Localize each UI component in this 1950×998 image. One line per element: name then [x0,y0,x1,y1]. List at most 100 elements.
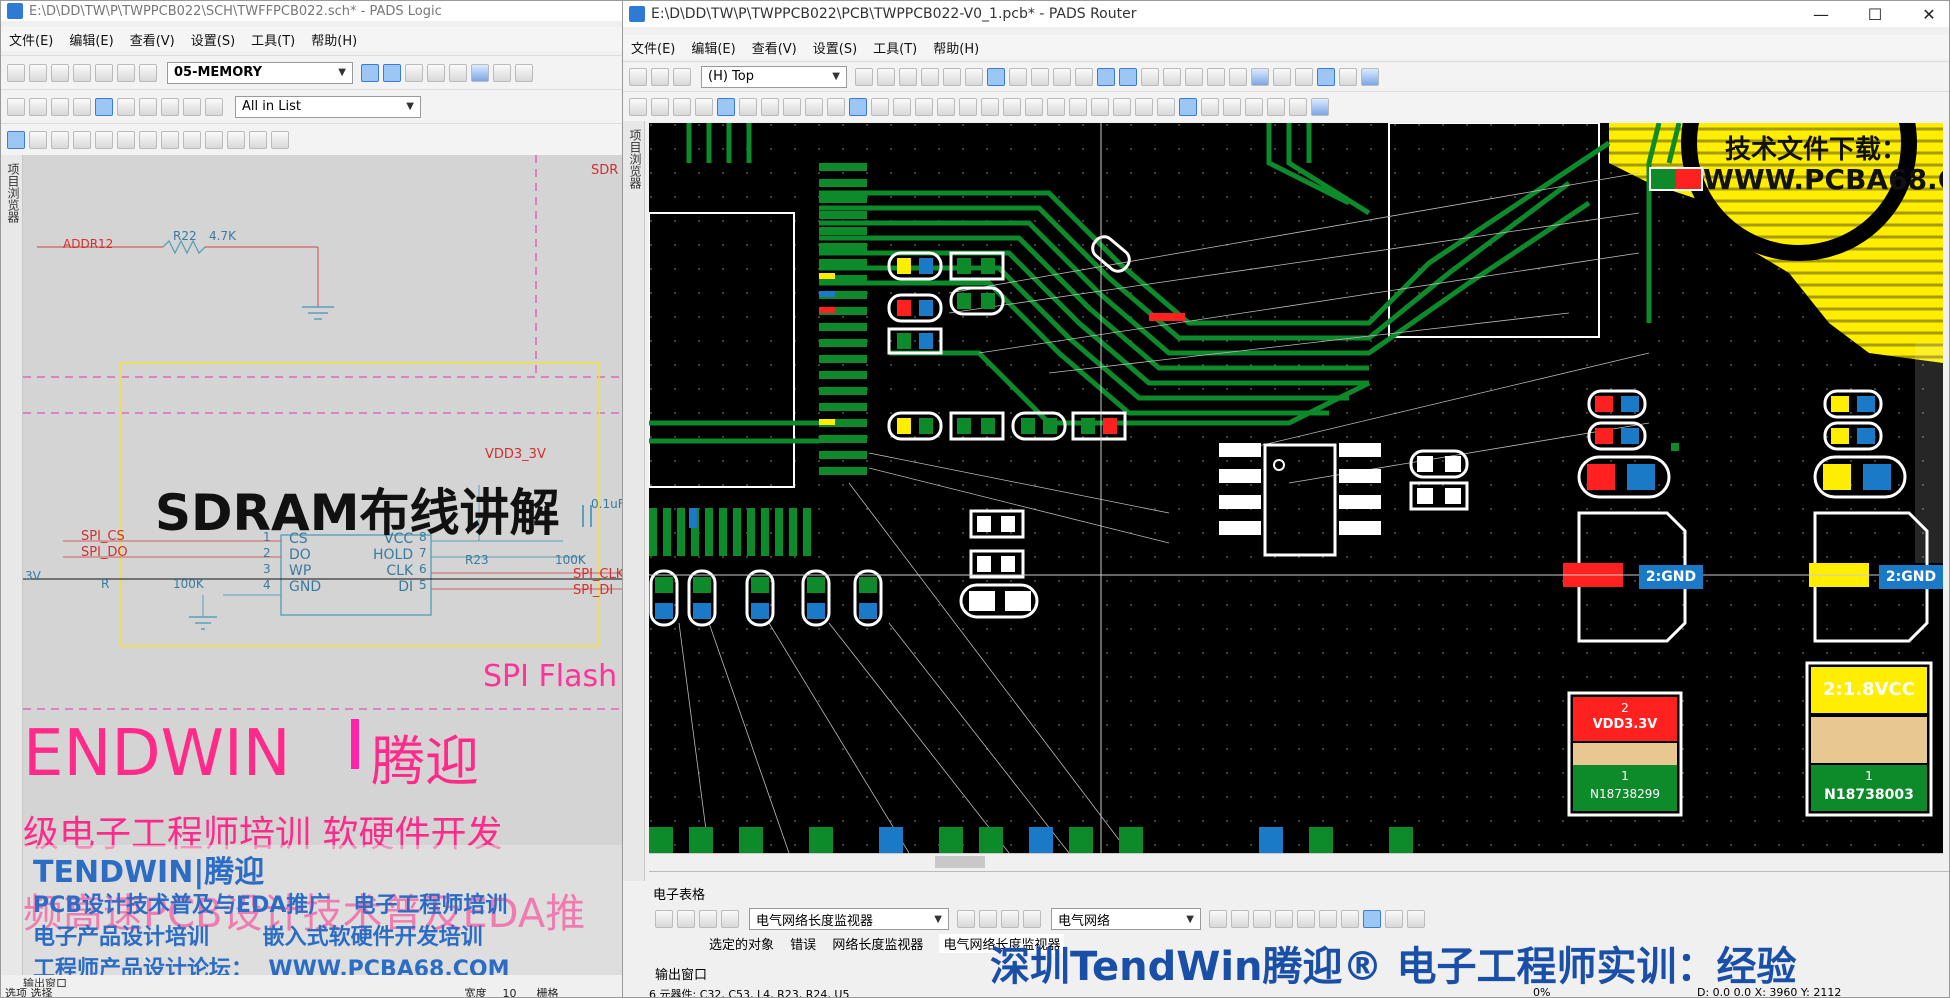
zoom-icon[interactable] [471,63,489,82]
align-icon[interactable] [673,97,691,116]
pointer-icon[interactable] [717,97,735,116]
layer-select[interactable]: (H) Top ▼ [701,65,847,88]
monitor-select[interactable]: 电气网络长度监视器 ▼ [749,908,949,930]
lock-icon[interactable] [1003,97,1021,116]
new-icon[interactable] [7,63,25,82]
copy-part-icon[interactable] [95,130,113,149]
sheet-export-icon[interactable] [1385,910,1403,928]
wire-icon[interactable] [95,97,113,116]
sheet-grid-icon[interactable] [1231,910,1249,928]
sheet-filter-icon[interactable] [1363,910,1381,928]
ground-icon[interactable] [271,130,289,149]
print-icon[interactable] [673,67,691,86]
add-bus-icon[interactable] [139,130,157,149]
filter-select[interactable]: All in List ▼ [235,95,421,118]
stretch-icon[interactable] [893,97,911,116]
net-select[interactable]: 电气网络 ▼ [1051,908,1201,930]
logic-menu-view[interactable]: 查看(V) [130,30,175,49]
corner-icon[interactable] [937,97,955,116]
measure-icon[interactable] [1053,67,1071,86]
copy-icon[interactable] [117,63,135,82]
redo-icon[interactable] [427,63,445,82]
add-part-icon[interactable] [161,130,179,149]
window-icon[interactable] [1317,67,1335,86]
add-monitor-icon[interactable] [979,910,997,928]
spacing-icon[interactable] [695,97,713,116]
label-icon[interactable] [205,97,223,116]
pan-icon[interactable] [1295,67,1313,86]
teardrop-icon[interactable] [1157,97,1175,116]
router-menu-file[interactable]: 文件(E) [631,38,675,57]
back-icon[interactable] [1001,910,1019,928]
rect-icon[interactable] [139,97,157,116]
redraw-icon[interactable] [943,67,961,86]
pcb-horizontal-scrollbar[interactable] [649,853,1943,869]
paste-icon[interactable] [139,63,157,82]
add-text-icon[interactable] [183,130,201,149]
rotate-icon[interactable] [51,130,69,149]
highlight-icon[interactable] [1031,67,1049,86]
zoom-icon[interactable] [1229,67,1247,86]
binoculars-icon[interactable] [1407,910,1425,928]
report-icon[interactable] [1289,97,1307,116]
close-monitor-icon[interactable] [957,910,975,928]
text-icon[interactable] [183,97,201,116]
router-menu-tools[interactable]: 工具(T) [873,38,917,57]
interactive-route-icon[interactable] [739,97,757,116]
router-output-tab[interactable]: 输出窗口 [655,964,707,983]
power-icon[interactable] [249,130,267,149]
pin-icon[interactable] [117,97,135,116]
spreadsheet-icon[interactable] [1361,67,1379,86]
tab-net-length-monitor[interactable]: 网络长度监视器 [832,934,923,953]
forward-icon[interactable] [1023,910,1041,928]
schematic-canvas[interactable]: ADDR12 R22 4.7K SDR VDD3_3V SPI_CS SPI_D… [23,155,625,975]
tab-selected-objects[interactable]: 选定的对象 [709,934,774,953]
delete-icon[interactable] [73,130,91,149]
sheet-print-icon[interactable] [677,910,695,928]
filter-icon[interactable] [1009,67,1027,86]
line-icon[interactable] [161,97,179,116]
pcb-canvas[interactable]: 技术文件下载： WWW.PCBA68.COM 2:GND 2:GND 2 VDD… [649,123,1943,853]
plane-icon[interactable] [1267,97,1285,116]
open-icon[interactable] [29,63,47,82]
rotate-view-icon[interactable] [1207,67,1225,86]
cut-icon[interactable] [95,63,113,82]
maximize-button[interactable]: ☐ [1855,1,1895,27]
fanout-icon[interactable] [783,97,801,116]
logic-menu-setup[interactable]: 设置(S) [191,30,235,49]
display-icon[interactable] [1075,67,1093,86]
autoroute-icon[interactable] [761,97,779,116]
router-project-browser-tab[interactable]: 项目浏览器 [623,121,645,881]
wrap-icon[interactable] [1319,910,1337,928]
split-icon[interactable] [915,97,933,116]
select-filter-icon[interactable] [383,63,401,82]
logic-menu-help[interactable]: 帮助(H) [311,30,357,49]
sheet-paste-icon[interactable] [721,910,739,928]
rules-icon[interactable] [899,67,917,86]
sheet-new-icon[interactable] [655,910,673,928]
zoom-board-icon[interactable] [1251,67,1269,86]
undo-icon[interactable] [1163,67,1181,86]
open-icon[interactable] [629,67,647,86]
length-icon[interactable] [1179,97,1197,116]
sawtooth-icon[interactable] [1113,97,1131,116]
tab-errors[interactable]: 错误 [790,934,816,953]
sheet-props-icon[interactable] [1209,910,1227,928]
select-mode-icon[interactable] [361,63,379,82]
diff-pair-icon[interactable] [1135,97,1153,116]
sheet-select[interactable]: 05-MEMORY ▼ [167,61,353,84]
online-drc-icon[interactable] [1119,67,1137,86]
pointer-icon[interactable] [7,130,25,149]
sheet-copy-icon[interactable] [699,910,717,928]
move-icon[interactable] [871,97,889,116]
connection-icon[interactable] [73,97,91,116]
setup-icon[interactable] [877,67,895,86]
sort-icon[interactable] [1223,97,1241,116]
save-icon[interactable] [51,63,69,82]
add-field-icon[interactable] [205,130,223,149]
arc-icon[interactable] [959,97,977,116]
sort-az-icon[interactable] [1341,910,1359,928]
panel-icon[interactable] [1339,67,1357,86]
align-left-icon[interactable] [1253,910,1271,928]
save-icon[interactable] [651,67,669,86]
